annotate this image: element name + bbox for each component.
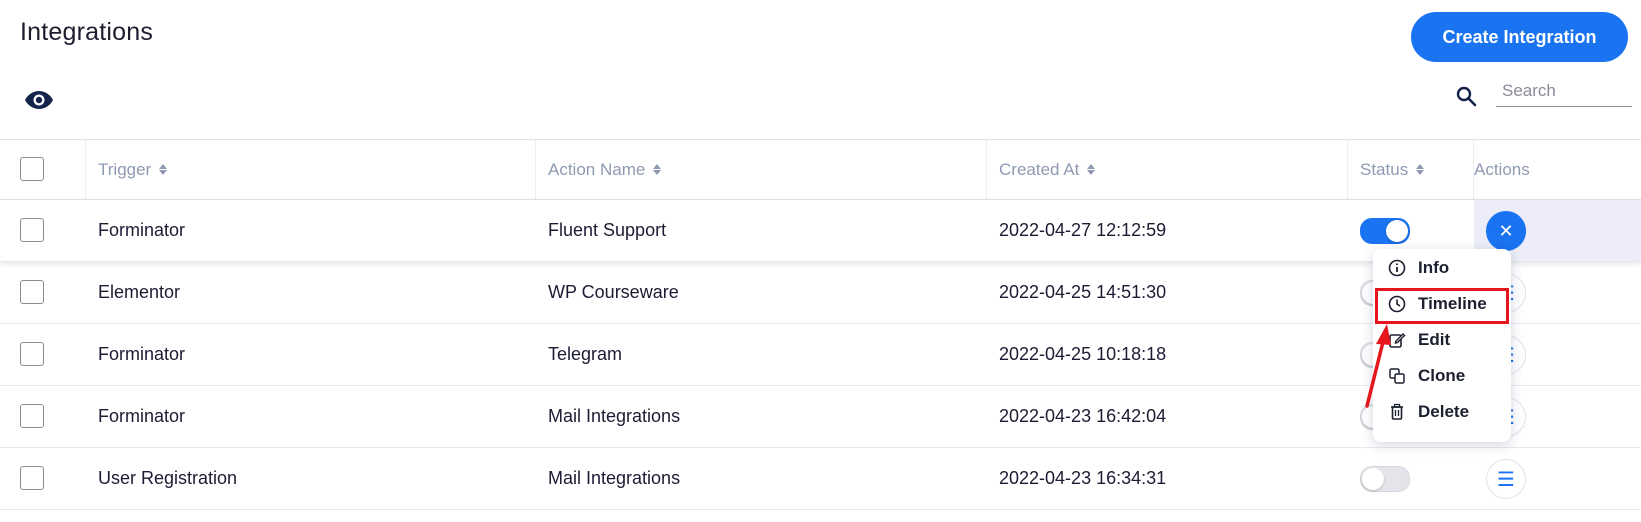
row-checkbox[interactable] xyxy=(20,280,44,304)
row-checkbox[interactable] xyxy=(20,466,44,490)
action-name-cell: Telegram xyxy=(548,344,623,364)
action-name-cell: Fluent Support xyxy=(548,220,667,240)
status-toggle[interactable] xyxy=(1360,218,1410,244)
menu-icon: ☰ xyxy=(1497,468,1515,491)
sort-icon[interactable] xyxy=(1416,164,1425,175)
created-at-cell: 2022-04-27 12:12:59 xyxy=(999,220,1167,240)
column-header-action-name[interactable]: Action Name xyxy=(548,160,662,180)
eye-icon[interactable] xyxy=(24,89,54,111)
trigger-cell: Forminator xyxy=(98,220,186,240)
menu-item-info[interactable]: Info xyxy=(1373,251,1511,285)
column-header-created-at[interactable]: Created At xyxy=(999,160,1096,180)
row-checkbox[interactable] xyxy=(20,342,44,366)
trigger-cell: Elementor xyxy=(98,282,181,302)
row-checkbox[interactable] xyxy=(20,218,44,242)
table-header-row: Trigger Action Name Created At Status Ac… xyxy=(0,139,1641,200)
column-header-status[interactable]: Status xyxy=(1360,160,1425,180)
close-menu-button[interactable]: ✕ xyxy=(1486,211,1526,251)
created-at-cell: 2022-04-25 14:51:30 xyxy=(999,282,1167,302)
create-integration-button[interactable]: Create Integration xyxy=(1411,12,1628,62)
column-divider xyxy=(1347,140,1348,199)
select-all-checkbox[interactable] xyxy=(20,157,44,181)
column-header-trigger[interactable]: Trigger xyxy=(98,160,168,180)
column-header-actions: Actions xyxy=(1474,159,1530,179)
trigger-cell: Forminator xyxy=(98,406,186,426)
action-name-cell: Mail Integrations xyxy=(548,468,681,488)
trigger-cell: User Registration xyxy=(98,468,238,488)
close-icon: ✕ xyxy=(1498,220,1514,241)
action-name-cell: Mail Integrations xyxy=(548,406,681,426)
status-toggle[interactable] xyxy=(1360,466,1410,492)
info-icon xyxy=(1387,258,1407,278)
column-divider xyxy=(535,140,536,199)
integrations-page: Integrations Create Integration Trigger … xyxy=(0,0,1641,522)
column-divider xyxy=(986,140,987,199)
sort-icon[interactable] xyxy=(653,164,662,175)
table-row[interactable]: User Registration Mail Integrations 2022… xyxy=(0,448,1641,510)
page-title: Integrations xyxy=(20,18,154,46)
search-input[interactable] xyxy=(1496,76,1632,107)
sort-icon[interactable] xyxy=(159,164,168,175)
created-at-cell: 2022-04-25 10:18:18 xyxy=(999,344,1167,364)
annotation-arrow-icon xyxy=(1365,324,1391,408)
search-icon[interactable] xyxy=(1455,85,1477,107)
created-at-cell: 2022-04-23 16:34:31 xyxy=(999,468,1167,488)
created-at-cell: 2022-04-23 16:42:04 xyxy=(999,406,1167,426)
row-actions-button[interactable]: ☰ xyxy=(1486,459,1526,499)
action-name-cell: WP Courseware xyxy=(548,282,679,302)
column-divider xyxy=(85,140,86,199)
trigger-cell: Forminator xyxy=(98,344,186,364)
timeline-highlight-annotation xyxy=(1375,288,1509,324)
row-checkbox[interactable] xyxy=(20,404,44,428)
sort-icon[interactable] xyxy=(1087,164,1096,175)
